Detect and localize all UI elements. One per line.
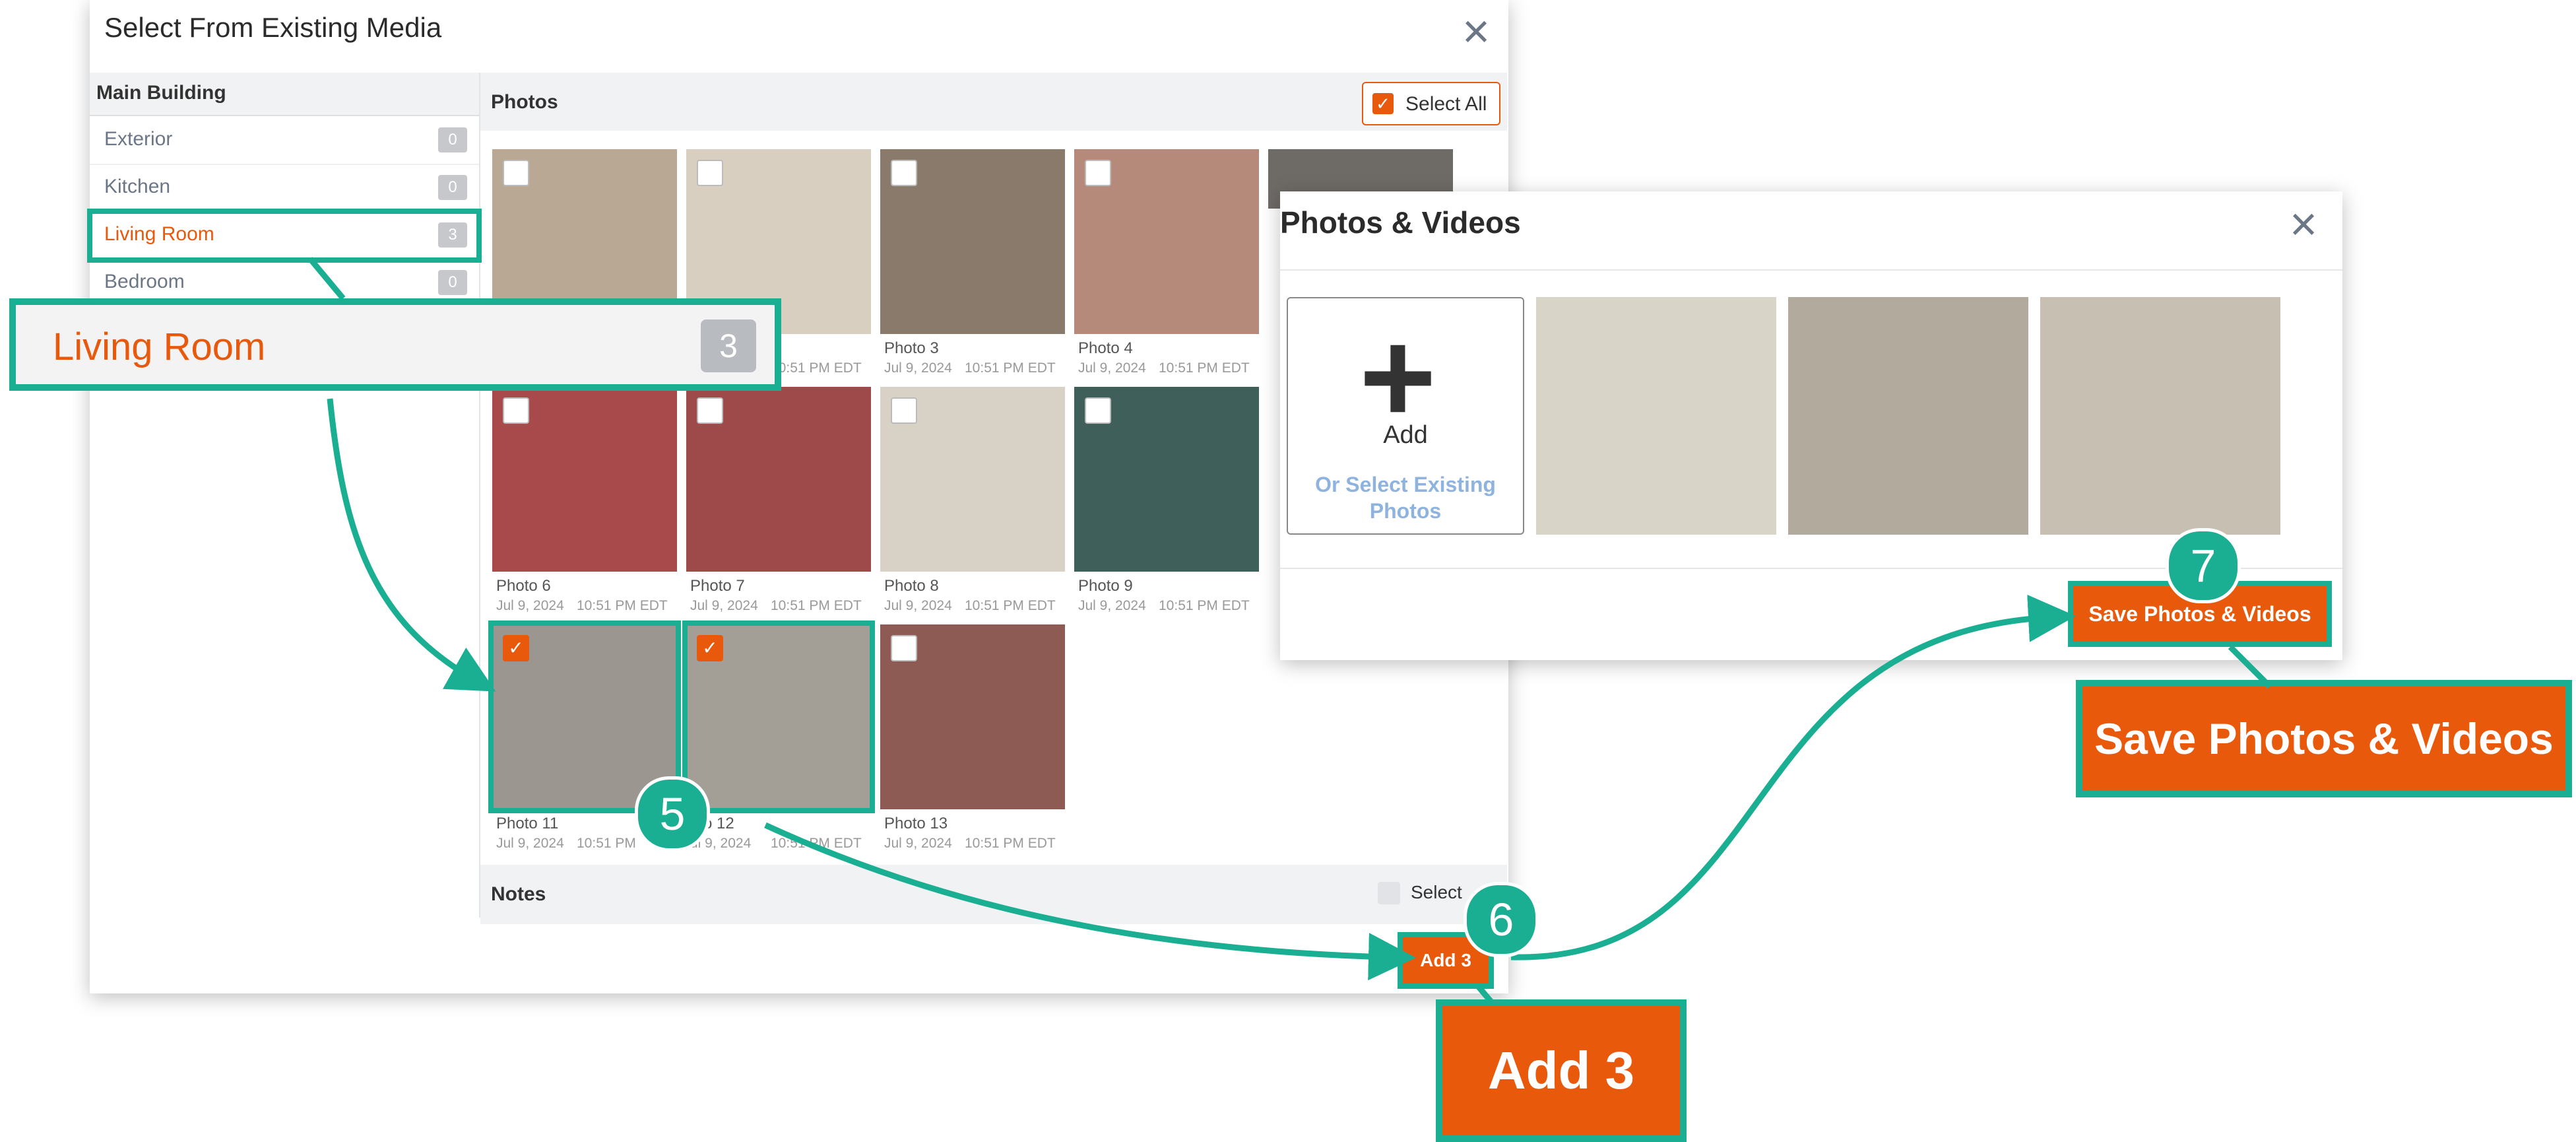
step-marker-7: 7 [2166,528,2241,603]
step-marker-5: 5 [635,776,710,852]
connector-line [307,257,346,300]
arrow-to-save-button [1510,594,2076,960]
connector-line [2228,644,2272,689]
step-marker-6: 6 [1464,882,1539,957]
arrow-to-add-button [764,822,1416,981]
connector-line [1475,984,1495,1005]
arrow-to-photo-11 [327,398,496,692]
